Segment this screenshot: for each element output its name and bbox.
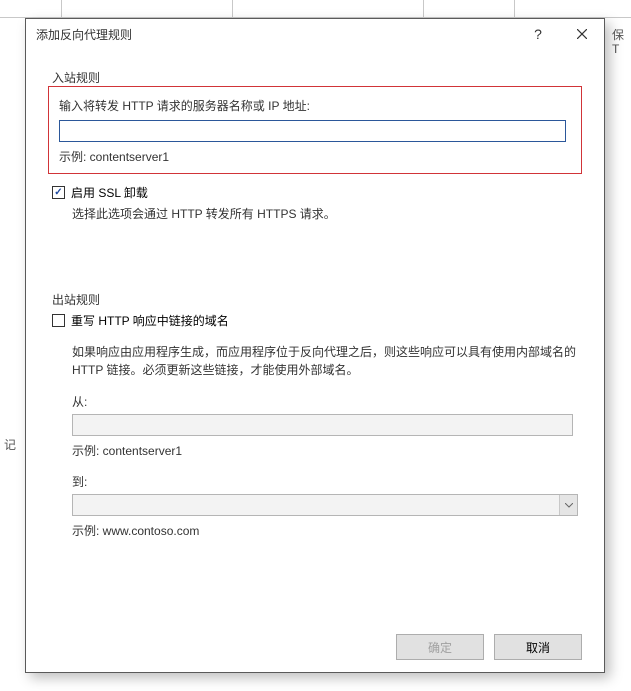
to-combo-field bbox=[72, 494, 578, 516]
rewrite-domain-row[interactable]: 重写 HTTP 响应中链接的域名 bbox=[52, 312, 582, 329]
close-icon bbox=[577, 29, 587, 39]
titlebar: 添加反向代理规则 ? bbox=[26, 19, 604, 49]
background-right: 保 T bbox=[606, 18, 631, 691]
ssl-offload-label: 启用 SSL 卸载 bbox=[71, 184, 148, 201]
cancel-button[interactable]: 取消 bbox=[494, 634, 582, 660]
chevron-down-icon bbox=[565, 503, 573, 508]
server-name-input[interactable] bbox=[59, 120, 566, 142]
inbound-group-title: 入站规则 bbox=[52, 69, 582, 86]
close-button[interactable] bbox=[560, 19, 604, 49]
server-name-label: 输入将转发 HTTP 请求的服务器名称或 IP 地址: bbox=[59, 97, 571, 114]
ok-button[interactable]: 确定 bbox=[396, 634, 484, 660]
dialog-title: 添加反向代理规则 bbox=[36, 26, 516, 43]
from-label: 从: bbox=[72, 393, 582, 410]
to-combo-dropdown-button[interactable] bbox=[559, 495, 577, 515]
from-input bbox=[72, 414, 573, 436]
reverse-proxy-dialog: 添加反向代理规则 ? 入站规则 输入将转发 HTTP 请求的服务器名称或 IP … bbox=[25, 18, 605, 673]
background-header bbox=[0, 0, 631, 18]
to-label: 到: bbox=[72, 473, 582, 490]
dialog-footer: 确定 取消 bbox=[396, 634, 582, 660]
outbound-group-title: 出站规则 bbox=[52, 291, 582, 308]
outbound-desc: 如果响应由应用程序生成，而应用程序位于反向代理之后，则这些响应可以具有使用内部域… bbox=[72, 343, 578, 379]
help-button[interactable]: ? bbox=[516, 19, 560, 49]
to-example: 示例: www.contoso.com bbox=[72, 522, 582, 539]
ssl-offload-desc: 选择此选项会通过 HTTP 转发所有 HTTPS 请求。 bbox=[72, 205, 582, 223]
to-combobox bbox=[72, 494, 578, 516]
ssl-offload-row[interactable]: 启用 SSL 卸载 bbox=[52, 184, 582, 201]
server-name-example: 示例: contentserver1 bbox=[59, 148, 571, 165]
from-example: 示例: contentserver1 bbox=[72, 442, 582, 459]
ssl-offload-checkbox[interactable] bbox=[52, 186, 65, 199]
rewrite-domain-label: 重写 HTTP 响应中链接的域名 bbox=[71, 312, 229, 329]
rewrite-domain-checkbox[interactable] bbox=[52, 314, 65, 327]
background-left: 记 bbox=[0, 18, 25, 691]
inbound-highlight-box: 输入将转发 HTTP 请求的服务器名称或 IP 地址: 示例: contents… bbox=[48, 86, 582, 174]
